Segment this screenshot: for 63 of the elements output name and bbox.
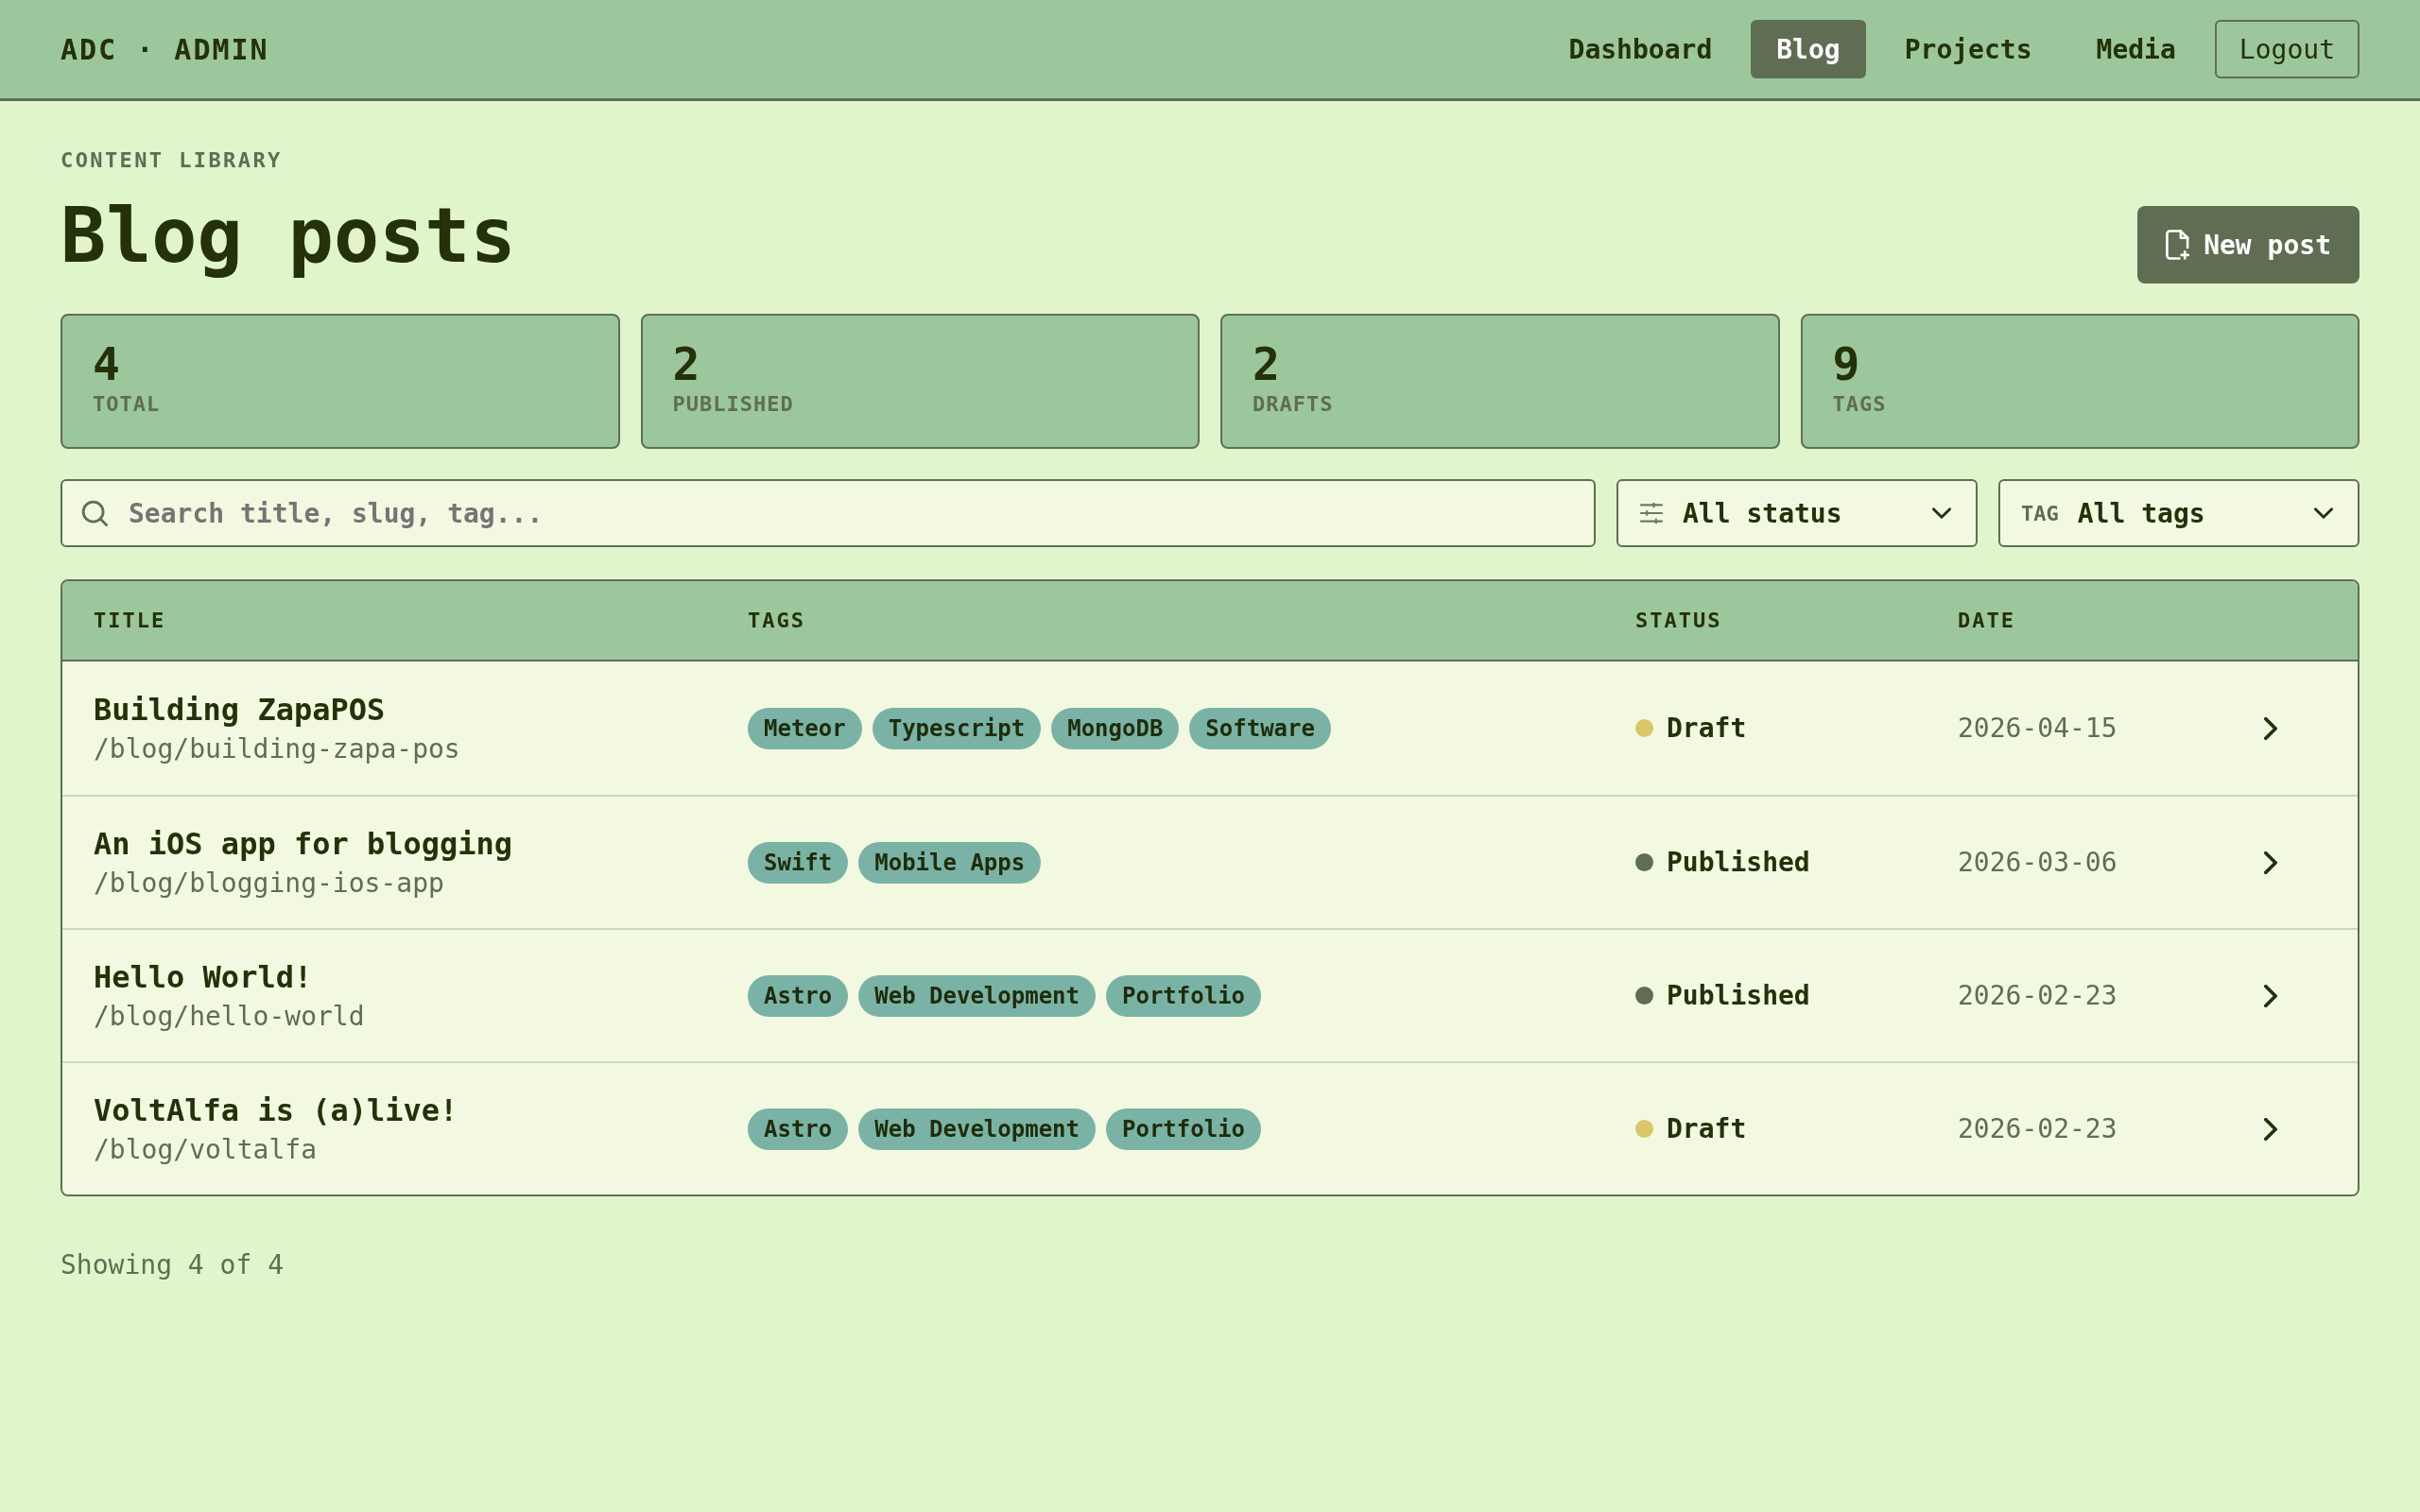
file-plus-icon [2166,230,2191,260]
chevron-down-icon [1932,507,1951,519]
post-date: 2026-02-23 [1958,980,2118,1011]
stat-label: PUBLISHED [672,391,794,418]
tag-chip: Meteor [748,707,862,749]
status-text: Draft [1667,1113,1747,1144]
stat-label: TOTAL [93,391,161,418]
nav-link[interactable]: Dashboard [1543,20,1738,78]
post-title: VoltAlfa is (a)live! [94,1091,458,1129]
post-date: 2026-03-06 [1958,847,2118,878]
tag-chip: Software [1189,707,1331,749]
nav-link[interactable]: Media [2070,20,2202,78]
stat-value: 4 [93,336,120,391]
sliders-icon [1639,503,1664,524]
post-slug: /blog/hello-world [94,999,365,1034]
stat-label: TAGS [1832,391,1887,418]
tag-chip: Typescript [872,707,1042,749]
tag-chip: Astro [748,974,849,1017]
column-heading: TITLE [94,609,166,632]
status-text: Draft [1667,713,1747,744]
column-heading: DATE [1958,609,2015,632]
search-field[interactable]: Search title, slug, tag... [60,479,1596,547]
post-title: An iOS app for blogging [94,824,513,863]
stat-value: 2 [672,336,700,391]
stat-value: 9 [1832,336,1860,391]
post-slug: /blog/building-zapa-pos [94,731,460,766]
page-title: Blog posts [60,191,516,282]
tag-chip: Web Development [858,1108,1096,1150]
chevron-right-icon [2264,850,2277,874]
post-title: Hello World! [94,957,313,996]
stat-value: 2 [1253,336,1280,391]
stat-label: DRAFTS [1253,391,1334,418]
brand-text: ADC · ADMIN [60,32,269,66]
status-select[interactable]: All status [1616,479,1978,547]
search-icon [81,500,108,526]
tag-chip: MongoDB [1051,707,1180,749]
nav-link[interactable]: Projects [1878,20,2058,78]
tag-chip: Portfolio [1106,1108,1262,1150]
column-heading: STATUS [1635,609,1722,632]
tag-chip: Web Development [858,974,1096,1017]
tag-chip: Astro [748,1108,849,1150]
post-slug: /blog/voltalfa [94,1132,317,1167]
tag-chip: Swift [748,841,849,884]
status-text: Published [1667,847,1810,878]
status-text: Published [1667,980,1810,1011]
tag-chip: Portfolio [1106,974,1262,1017]
section-eyebrow: CONTENT LIBRARY [60,148,283,173]
tag-select[interactable]: TAG All tags [1998,479,2360,547]
chevron-right-icon [2264,984,2277,1007]
results-summary: Showing 4 of 4 [60,1249,284,1280]
nav-link[interactable]: Blog [1751,20,1866,78]
post-date: 2026-04-15 [1958,713,2118,744]
column-heading: TAGS [748,609,805,632]
post-title: Building ZapaPOS [94,690,386,729]
chevron-right-icon [2264,716,2277,740]
new-post-button[interactable]: New post [2137,206,2360,284]
logout-button[interactable]: Logout [2214,20,2360,78]
post-date: 2026-02-23 [1958,1113,2118,1144]
chevron-down-icon [2314,507,2333,519]
post-row[interactable]: VoltAlfa is (a)live! /blog/voltalfa Astro Web Development Portfolio Draft 2026-02-23 [62,1061,2358,1194]
post-slug: /blog/blogging-ios-app [94,866,444,901]
chevron-right-icon [2264,1117,2277,1141]
tag-chip: Mobile Apps [858,841,1042,884]
